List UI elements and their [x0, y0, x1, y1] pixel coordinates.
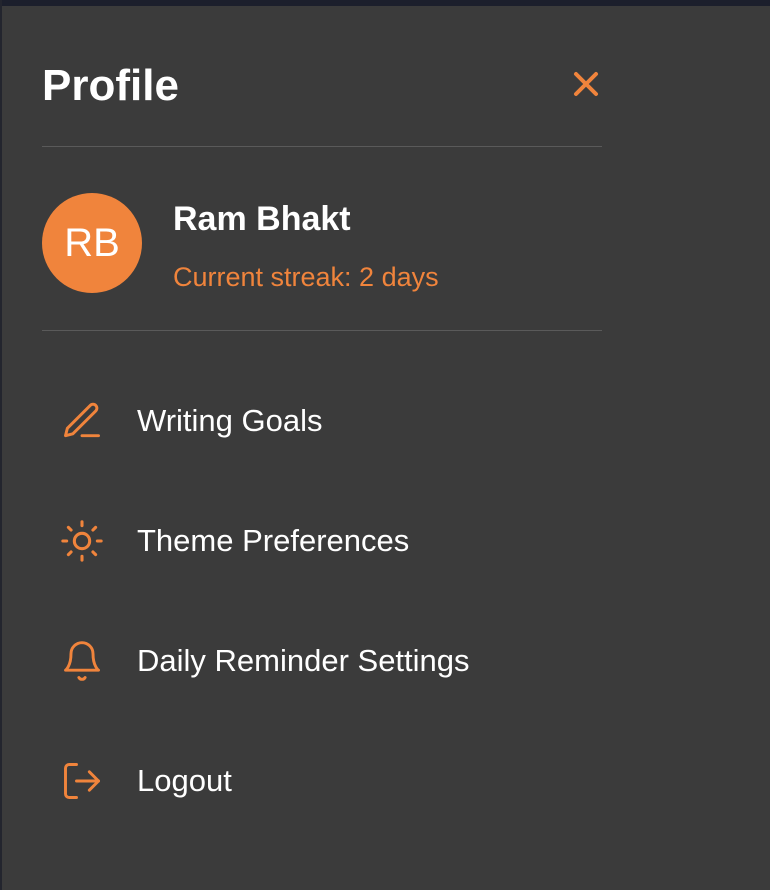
- streak-text: Current streak: 2 days: [173, 262, 439, 292]
- bell-icon: [58, 637, 106, 685]
- user-section: RB Ram Bhakt Current streak: 2 days: [42, 147, 602, 331]
- menu-item-writing-goals[interactable]: Writing Goals: [42, 381, 602, 461]
- avatar: RB: [42, 193, 142, 293]
- menu-item-label: Logout: [137, 763, 232, 798]
- close-button[interactable]: [570, 68, 602, 100]
- menu-item-daily-reminder-settings[interactable]: Daily Reminder Settings: [42, 621, 602, 701]
- close-icon: [574, 72, 598, 96]
- window-left-border: [0, 0, 2, 890]
- sun-icon: [58, 517, 106, 565]
- profile-panel: Profile RB Ram Bhakt Current streak: 2 d…: [42, 6, 602, 799]
- user-name: Ram Bhakt: [173, 200, 351, 238]
- menu-item-label: Writing Goals: [137, 403, 323, 438]
- page-title: Profile: [42, 61, 179, 110]
- menu-item-label: Theme Preferences: [137, 523, 410, 558]
- logout-icon: [58, 757, 106, 805]
- menu-item-label: Daily Reminder Settings: [137, 643, 470, 678]
- pencil-icon: [58, 397, 106, 445]
- menu-item-logout[interactable]: Logout: [42, 741, 602, 821]
- menu-item-theme-preferences[interactable]: Theme Preferences: [42, 501, 602, 581]
- panel-header: Profile: [42, 6, 602, 147]
